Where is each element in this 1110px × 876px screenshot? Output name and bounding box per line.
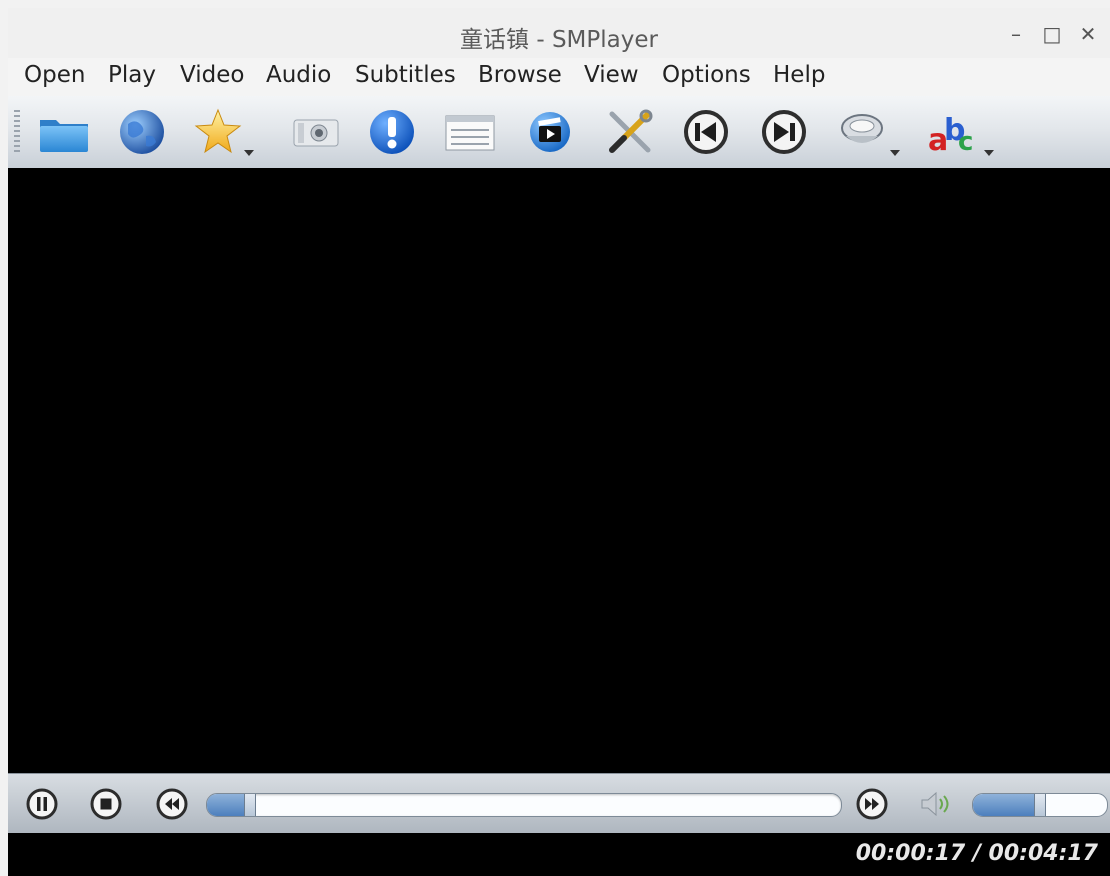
rewind-button[interactable] [156,788,188,820]
previous-button[interactable] [678,106,734,158]
toolbar: a b c [8,96,1110,169]
preferences-button[interactable] [602,106,658,158]
previous-icon [684,110,728,154]
forward-icon [856,788,888,820]
screenshot-camera-icon [293,119,339,147]
menu-bar: Open Play Video Audio Subtitles Browse V… [8,58,1110,96]
volume-level [973,794,1040,816]
video-equalizer-icon [530,112,570,152]
title-bar[interactable]: 童话镇 - SMPlayer – □ ✕ [8,8,1110,58]
time-display: 00:00:17 / 00:04:17 [855,841,1098,866]
playlist-button[interactable] [442,106,498,158]
folder-icon [40,120,88,152]
pause-button[interactable] [26,788,58,820]
menu-view[interactable]: View [584,62,639,88]
menu-open[interactable]: Open [24,62,85,88]
menu-help[interactable]: Help [773,62,825,88]
next-icon [762,110,806,154]
playlist-icon [445,115,495,151]
rewind-icon [156,788,188,820]
favorites-button[interactable] [192,106,254,158]
pause-icon [26,788,58,820]
video-equalizer-button[interactable] [522,106,578,158]
subtitle-track-icon: a b c [928,113,994,158]
forward-button[interactable] [856,788,888,820]
open-url-button[interactable] [114,106,170,158]
minimize-button[interactable]: – [1002,22,1030,46]
smplayer-window: 童话镇 - SMPlayer – □ ✕ Open Play Video Aud… [0,0,1110,876]
volume-handle[interactable] [1034,794,1046,816]
info-icon [370,110,414,154]
window-title: 童话镇 - SMPlayer [460,27,658,53]
next-button[interactable] [756,106,812,158]
control-bar [8,773,1110,834]
info-button[interactable] [364,106,420,158]
globe-icon [120,110,164,154]
audio-track-button[interactable] [834,106,900,158]
toolbar-grip[interactable] [14,110,20,154]
speaker-icon [921,791,949,817]
screenshot-button[interactable] [288,106,344,158]
menu-play[interactable]: Play [108,62,156,88]
favorites-star-icon [194,108,254,156]
status-bar: 00:00:17 / 00:04:17 [8,833,1110,876]
subtitle-track-button[interactable]: a b c [926,106,994,158]
stop-icon [90,788,122,820]
menu-browse[interactable]: Browse [478,62,562,88]
stop-button[interactable] [90,788,122,820]
menu-audio[interactable]: Audio [266,62,331,88]
audio-track-icon [841,114,900,156]
menu-video[interactable]: Video [180,62,244,88]
seek-slider[interactable] [206,793,842,817]
close-button[interactable]: ✕ [1074,22,1102,46]
volume-slider[interactable] [972,793,1108,817]
maximize-button[interactable]: □ [1038,22,1066,46]
mute-button[interactable] [918,788,950,820]
video-area[interactable] [8,168,1110,773]
seek-handle[interactable] [244,794,256,816]
menu-subtitles[interactable]: Subtitles [355,62,456,88]
svg-text:c: c [958,127,973,157]
open-file-button[interactable] [36,106,92,158]
menu-options[interactable]: Options [662,62,751,88]
preferences-tools-icon [609,109,653,153]
